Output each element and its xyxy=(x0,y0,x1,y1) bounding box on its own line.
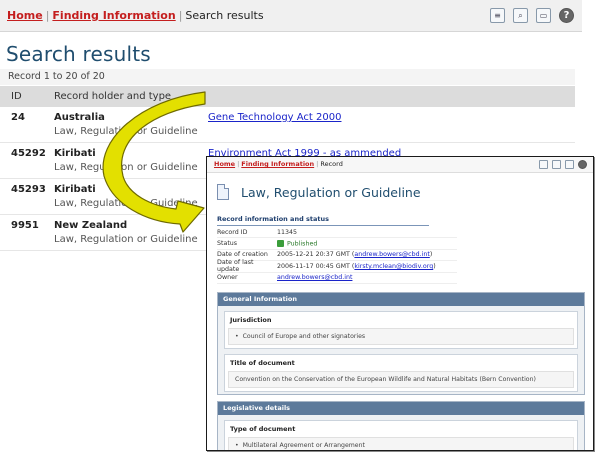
inset-breadcrumb-home-link[interactable]: Home xyxy=(214,160,235,168)
help-icon[interactable] xyxy=(578,160,587,169)
updater-email-link[interactable]: kirsty.mclean@biodiv.org xyxy=(354,263,433,270)
status-row: Status Published xyxy=(217,238,457,250)
update-row: Date of last update 2006-11-17 00:45 GMT… xyxy=(217,259,457,274)
document-type-label: Type of document xyxy=(230,425,296,433)
record-title-text: Law, Regulation or Guideline xyxy=(241,184,421,200)
record-info-heading: Record information and status xyxy=(217,215,429,226)
document-type-box: Type of document • Multilateral Agreemen… xyxy=(224,420,578,450)
document-title-value: Convention on the Conservation of the Eu… xyxy=(228,371,574,388)
section-heading: General Information xyxy=(218,293,584,306)
inset-breadcrumb-finding-link[interactable]: Finding Information xyxy=(241,160,314,168)
report-icon[interactable] xyxy=(539,160,548,169)
document-title-box: Title of document Convention on the Cons… xyxy=(224,354,578,392)
update-date: 2006-11-17 00:45 GMT xyxy=(277,262,350,270)
published-icon xyxy=(277,239,284,247)
creator-email-link[interactable]: andrew.bowers@cbd.int xyxy=(354,251,429,258)
print-icon[interactable] xyxy=(565,160,574,169)
jurisdiction-label: Jurisdiction xyxy=(230,316,272,324)
record-title: Law, Regulation or Guideline xyxy=(217,184,421,200)
record-id-value: 11345 xyxy=(277,228,298,236)
jurisdiction-text: Council of Europe and other signatories xyxy=(242,333,366,340)
record-detail-window: Home | Finding Information | Record Law, Reg… xyxy=(206,156,594,451)
record-info-table: Record ID 11345 Status Published Date of… xyxy=(217,227,457,284)
legislative-details-section: Legislative details Type of document • M… xyxy=(217,401,585,450)
owner-row: Owner andrew.bowers@cbd.int xyxy=(217,273,457,284)
document-type-text: Multilateral Agreement or Arrangement xyxy=(242,442,365,449)
status-label: Status xyxy=(217,240,238,248)
document-title-label: Title of document xyxy=(230,359,295,367)
record-id-label: Record ID xyxy=(217,228,248,236)
update-label: Date of last update xyxy=(217,259,254,274)
jurisdiction-value: • Council of Europe and other signatorie… xyxy=(228,328,574,345)
jurisdiction-box: Jurisdiction • Council of Europe and oth… xyxy=(224,311,578,349)
breadcrumb-separator: | xyxy=(316,160,319,168)
inset-breadcrumb: Home | Finding Information | Record xyxy=(214,160,343,168)
general-information-section: General Information Jurisdiction • Counc… xyxy=(217,292,585,395)
owner-label: Owner xyxy=(217,274,238,282)
creation-date: 2005-12-21 20:37 GMT xyxy=(277,251,350,259)
document-icon xyxy=(217,184,229,200)
breadcrumb-separator: | xyxy=(237,160,240,168)
status-badge: Published xyxy=(287,240,318,248)
owner-email-link[interactable]: andrew.bowers@cbd.int xyxy=(277,274,352,281)
inset-breadcrumb-current: Record xyxy=(320,160,343,168)
creation-label: Date of creation xyxy=(217,251,268,259)
inset-toolbar xyxy=(539,160,587,169)
document-type-value: • Multilateral Agreement or Arrangement xyxy=(228,437,574,450)
record-id-row: Record ID 11345 xyxy=(217,227,457,239)
section-heading: Legislative details xyxy=(218,402,584,415)
inset-top-bar: Home | Finding Information | Record xyxy=(207,157,593,173)
search-report-icon[interactable] xyxy=(552,160,561,169)
